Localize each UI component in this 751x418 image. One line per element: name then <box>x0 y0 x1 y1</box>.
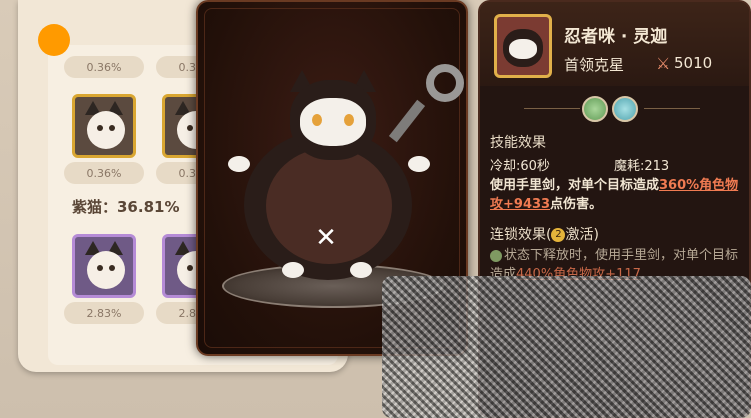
cat-eye <box>344 114 354 126</box>
rate-label: 0.36% <box>64 56 144 78</box>
chain-title-text: 激活) <box>565 227 599 243</box>
close-icon[interactable]: ✕ <box>314 225 338 251</box>
cat-face-icon <box>87 111 125 149</box>
chain-title: 连锁效果(2 激活) <box>490 224 599 244</box>
cat-face-icon <box>87 251 125 289</box>
paw <box>282 262 304 278</box>
character-portrait <box>494 14 552 78</box>
divider <box>644 108 700 109</box>
wind-state-icon <box>490 249 502 262</box>
cooldown-text: 冷却:60秒 <box>490 159 550 174</box>
cat-face <box>300 98 366 146</box>
kunai-icon <box>388 99 426 143</box>
category-rate-heading: 紫猫：36.81% <box>72 198 180 216</box>
water-element-icon[interactable] <box>612 96 638 122</box>
character-card[interactable] <box>72 94 136 158</box>
chain-title-text: 连锁效果( <box>490 227 552 243</box>
kunai-ring-icon <box>426 64 464 102</box>
skill-description: 使用手里剑，对单个目标造成360%角色物攻+9433点伤害。 <box>490 176 742 214</box>
paw <box>228 156 250 172</box>
character-card[interactable] <box>72 234 136 298</box>
chain-count-badge: 2 <box>551 228 566 242</box>
cat-face <box>509 39 537 59</box>
wind-element-icon[interactable] <box>582 96 608 122</box>
divider <box>524 108 580 109</box>
rate-label: 0.36% <box>64 162 144 184</box>
paw <box>350 262 372 278</box>
obscured-region <box>382 276 751 418</box>
skill-desc-text: 点伤害。 <box>550 197 603 212</box>
notification-dot[interactable] <box>38 24 70 56</box>
character-role: 首领克星 <box>564 56 625 74</box>
cat-eye <box>312 114 322 126</box>
skill-title: 技能效果 <box>490 135 546 151</box>
character-name: 忍者咪 · 灵迦 <box>564 27 668 47</box>
mana-text: 魔耗:213 <box>614 159 670 174</box>
crossed-swords-icon: ⚔ <box>656 54 671 73</box>
rate-label: 2.83% <box>64 302 144 324</box>
power-value: 5010 <box>674 54 713 72</box>
skill-desc-text: 使用手里剑，对单个目标造成 <box>490 178 660 193</box>
paw <box>408 156 430 172</box>
